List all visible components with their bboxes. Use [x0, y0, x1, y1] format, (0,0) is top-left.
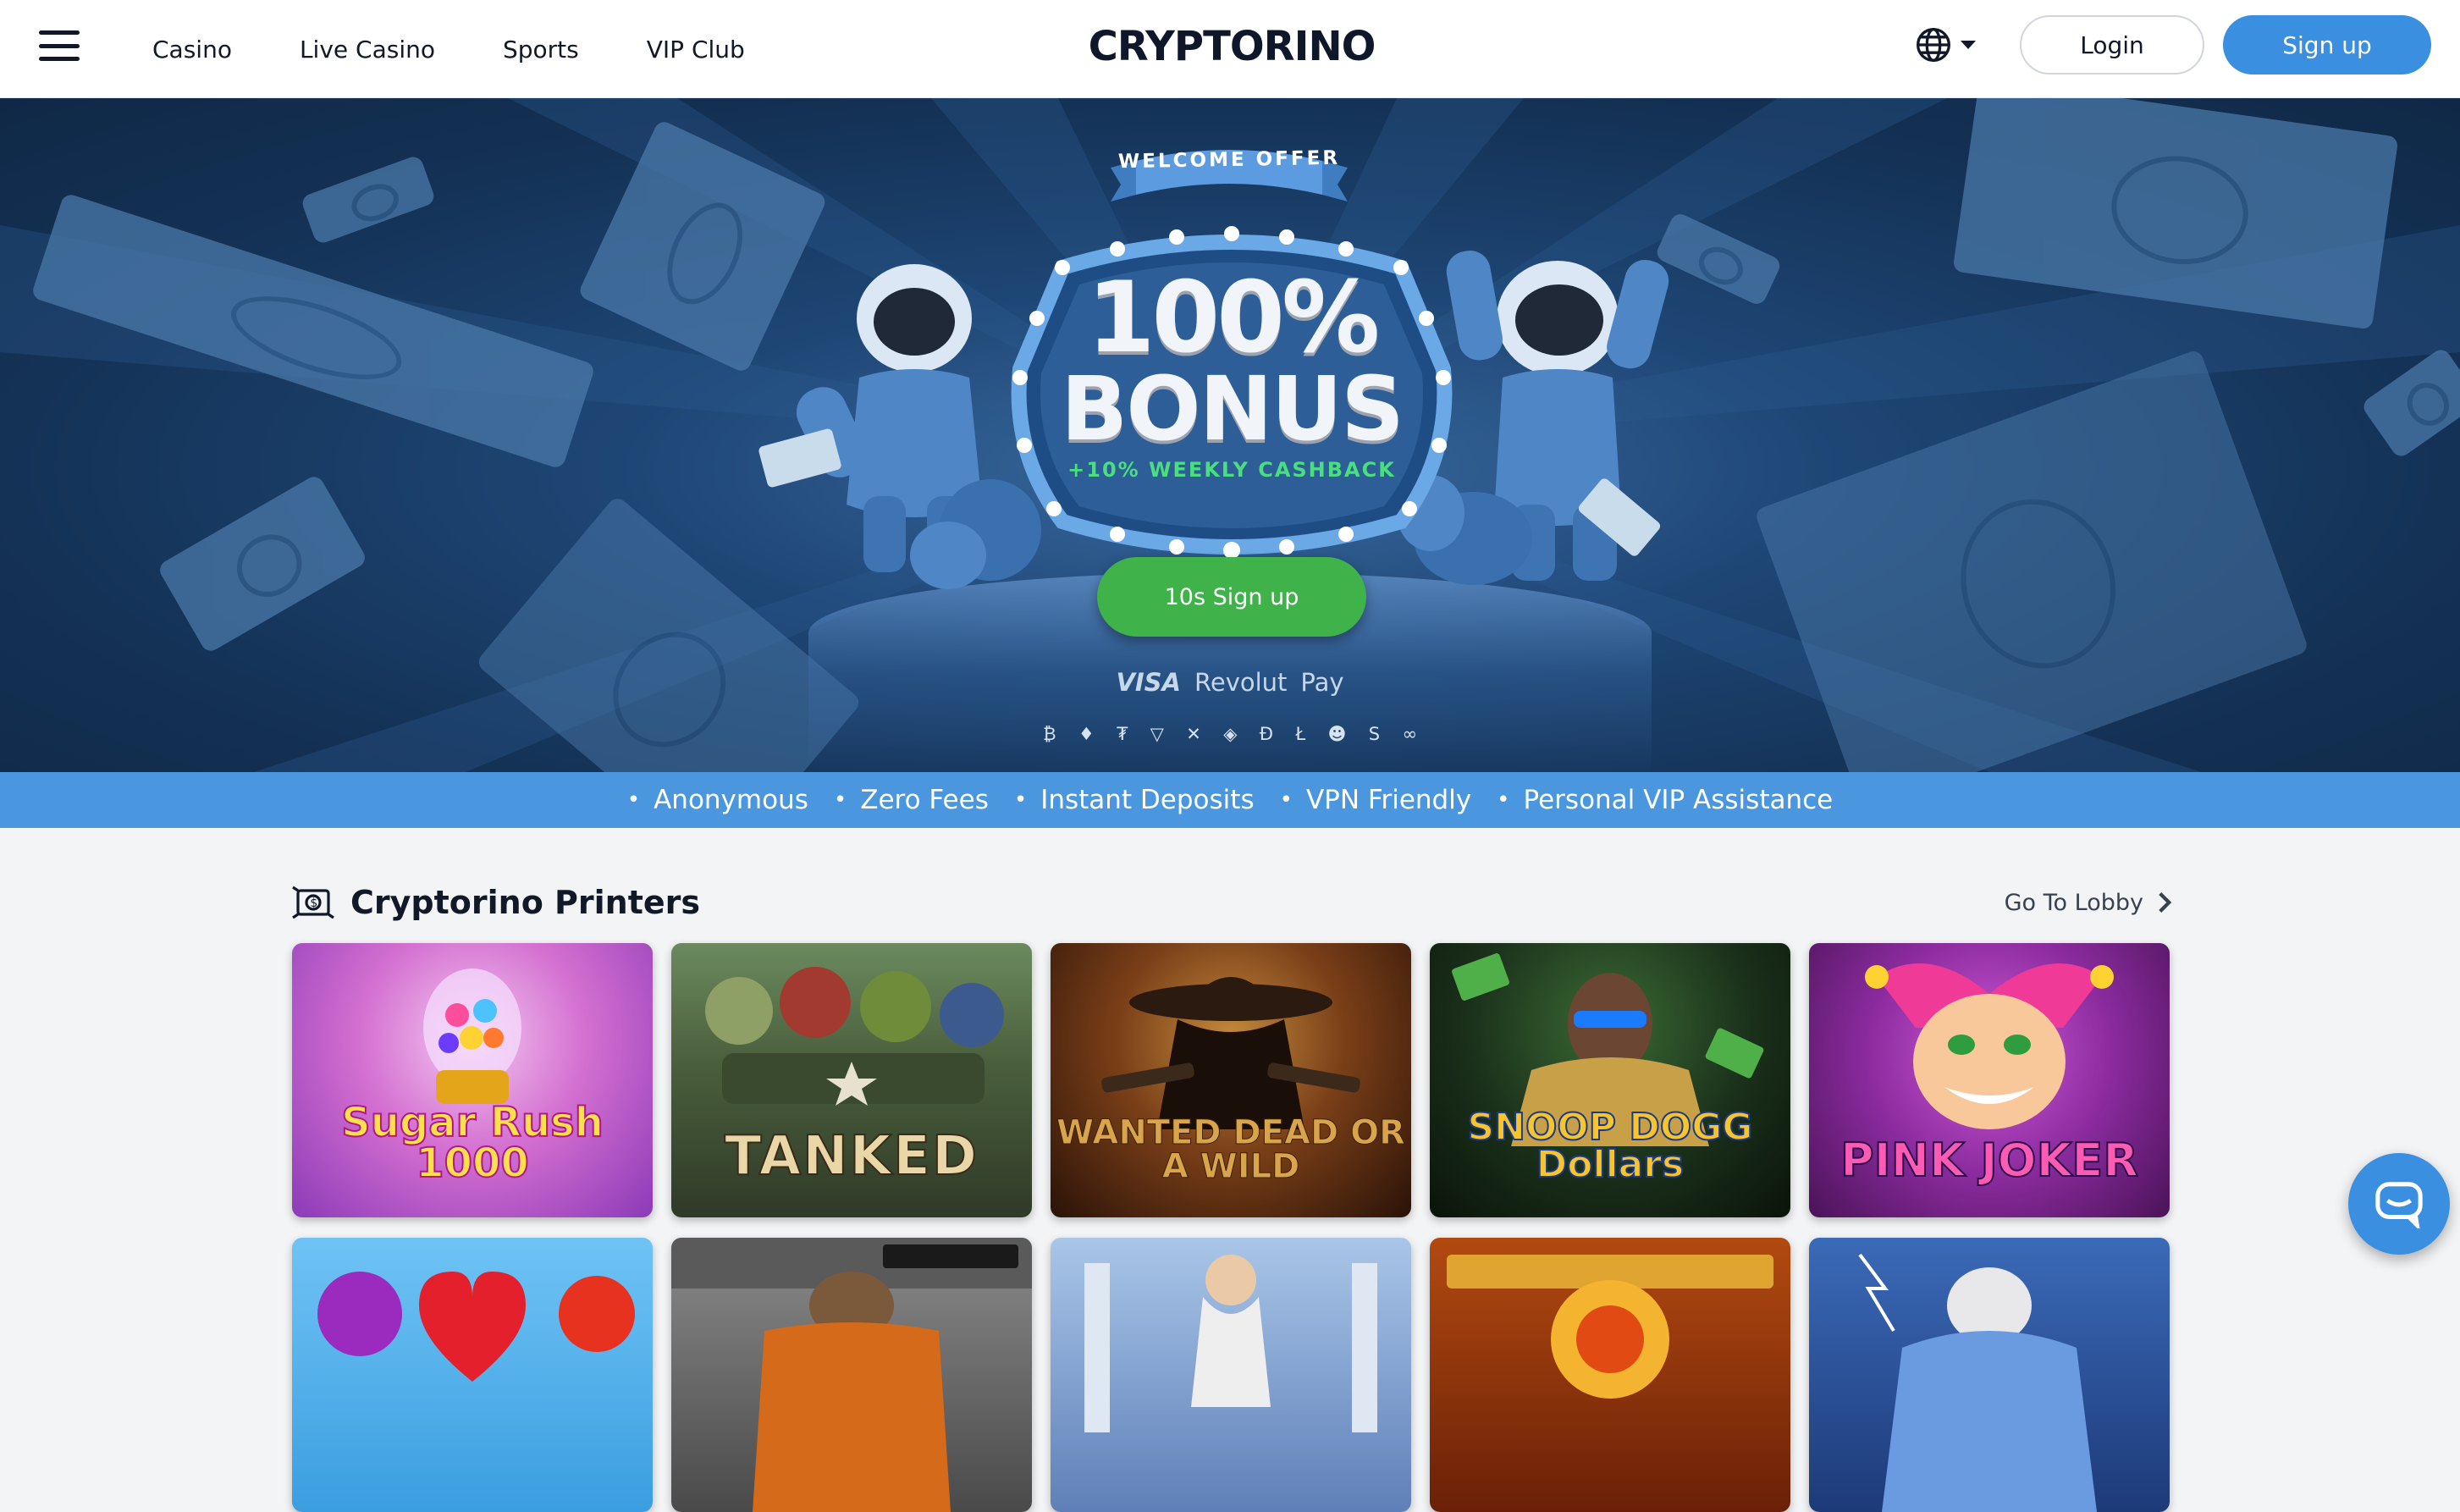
welcome-offer-text: WELCOME OFFER	[1117, 146, 1341, 174]
game-card[interactable]	[1430, 1238, 1790, 1512]
chainlink-icon: ∞	[1402, 724, 1417, 744]
payment-methods: VISA Revolut Pay	[1100, 665, 1360, 699]
game-card-pink-joker[interactable]: PINK JOKER	[1809, 943, 2170, 1217]
live-chat-button[interactable]	[2348, 1153, 2450, 1255]
features-bar: • Anonymous • Zero Fees • Instant Deposits …	[0, 772, 2460, 828]
hamburger-menu-icon[interactable]	[39, 29, 80, 63]
section-title-group: $ Cryptorino Printers	[291, 882, 700, 923]
feature-item: • Instant Deposits	[1013, 785, 1255, 815]
globe-icon	[1917, 28, 1950, 62]
game-title: TANKED	[724, 1125, 979, 1188]
signup-button[interactable]: Sign up	[2223, 15, 2431, 74]
game-title: SNOOP DOGG Dollars	[1466, 1106, 1753, 1186]
svg-text:$: $	[310, 897, 317, 910]
feature-item: • Personal VIP Assistance	[1497, 785, 1834, 815]
chevron-right-icon	[2159, 892, 2172, 913]
game-title: WANTED DEAD OR A WILD	[1056, 1113, 1406, 1186]
main-nav: Casino Live Casino Sports VIP Club	[152, 0, 745, 98]
dogecoin-icon: Ð	[1259, 724, 1274, 744]
zeus-lightning-illustration	[1858, 1253, 2097, 1512]
shiba-icon: ☻	[1327, 724, 1347, 744]
golden-wheel-illustration	[1447, 1255, 1773, 1399]
litecoin-icon: Ł	[1295, 724, 1306, 744]
section-header: $ Cryptorino Printers Go To Lobby	[291, 879, 2172, 926]
apple-pay-logo: Pay	[1300, 668, 1344, 697]
prisoner-illustration	[671, 1238, 1032, 1512]
game-title: PINK JOKER	[1839, 1134, 2139, 1187]
sol-icon: S	[1368, 724, 1381, 744]
nav-sports[interactable]: Sports	[503, 36, 579, 63]
chat-bubble-icon	[2375, 1182, 2423, 1228]
quick-signup-button[interactable]: 10s Sign up	[1097, 557, 1366, 637]
site-logo[interactable]: CRYPTORINO	[1088, 19, 1376, 74]
binance-icon: ◈	[1223, 724, 1238, 744]
top-header: Casino Live Casino Sports VIP Club CRYPT…	[0, 0, 2460, 98]
revolut-logo: Revolut	[1194, 668, 1288, 697]
game-card[interactable]	[1051, 1238, 1411, 1512]
chevron-down-icon	[1961, 41, 1976, 49]
fruit-heart-illustration	[317, 1272, 635, 1382]
nav-casino[interactable]: Casino	[152, 36, 232, 63]
game-card[interactable]	[292, 1238, 653, 1512]
xrp-icon: ✕	[1186, 724, 1201, 744]
bonus-headline: 100% BONUS +10% WEEKLY CASHBACK	[982, 261, 1481, 483]
game-card-sugar-rush[interactable]: Sugar Rush 1000	[292, 943, 653, 1217]
ethereum-icon: ♦	[1078, 724, 1095, 744]
login-button[interactable]: Login	[2020, 15, 2204, 74]
game-card[interactable]	[1809, 1238, 2170, 1512]
hero-banner: WELCOME OFFER 100% BONUS +10% WEEKLY CAS…	[0, 98, 2460, 772]
zeus-temple-illustration	[1084, 1255, 1377, 1432]
visa-logo: VISA	[1116, 668, 1182, 697]
bonus-percent: 100%	[1086, 261, 1380, 375]
game-card-wanted[interactable]: WANTED DEAD OR A WILD	[1051, 943, 1411, 1217]
feature-item: • Anonymous	[626, 785, 808, 815]
go-to-lobby-link[interactable]: Go To Lobby	[2005, 890, 2172, 916]
game-card[interactable]	[671, 1238, 1032, 1512]
bitcoin-icon: ₿	[1043, 723, 1056, 744]
nav-live-casino[interactable]: Live Casino	[300, 36, 435, 63]
money-printer-icon: $	[292, 886, 334, 919]
tron-icon: ▽	[1150, 724, 1164, 744]
game-card-snoop-dollars[interactable]: SNOOP DOGG Dollars	[1430, 943, 1790, 1217]
nav-vip-club[interactable]: VIP Club	[647, 36, 745, 63]
feature-item: • VPN Friendly	[1279, 785, 1472, 815]
tether-icon: ₮	[1117, 724, 1128, 744]
crypto-icons-row: ₿ ♦ ₮ ▽ ✕ ◈ Ð Ł ☻ S ∞	[1043, 721, 1417, 747]
game-title: Sugar Rush 1000	[340, 1099, 604, 1187]
go-to-lobby-label: Go To Lobby	[2004, 889, 2143, 916]
weekly-cashback: +10% WEEKLY CASHBACK	[1067, 458, 1396, 482]
section-title: Cryptorino Printers	[350, 884, 700, 921]
language-selector[interactable]	[1915, 25, 1984, 64]
game-card-tanked[interactable]: TANKED	[671, 943, 1032, 1217]
bonus-word: BONUS	[1060, 357, 1404, 461]
feature-item: • Zero Fees	[833, 785, 989, 815]
